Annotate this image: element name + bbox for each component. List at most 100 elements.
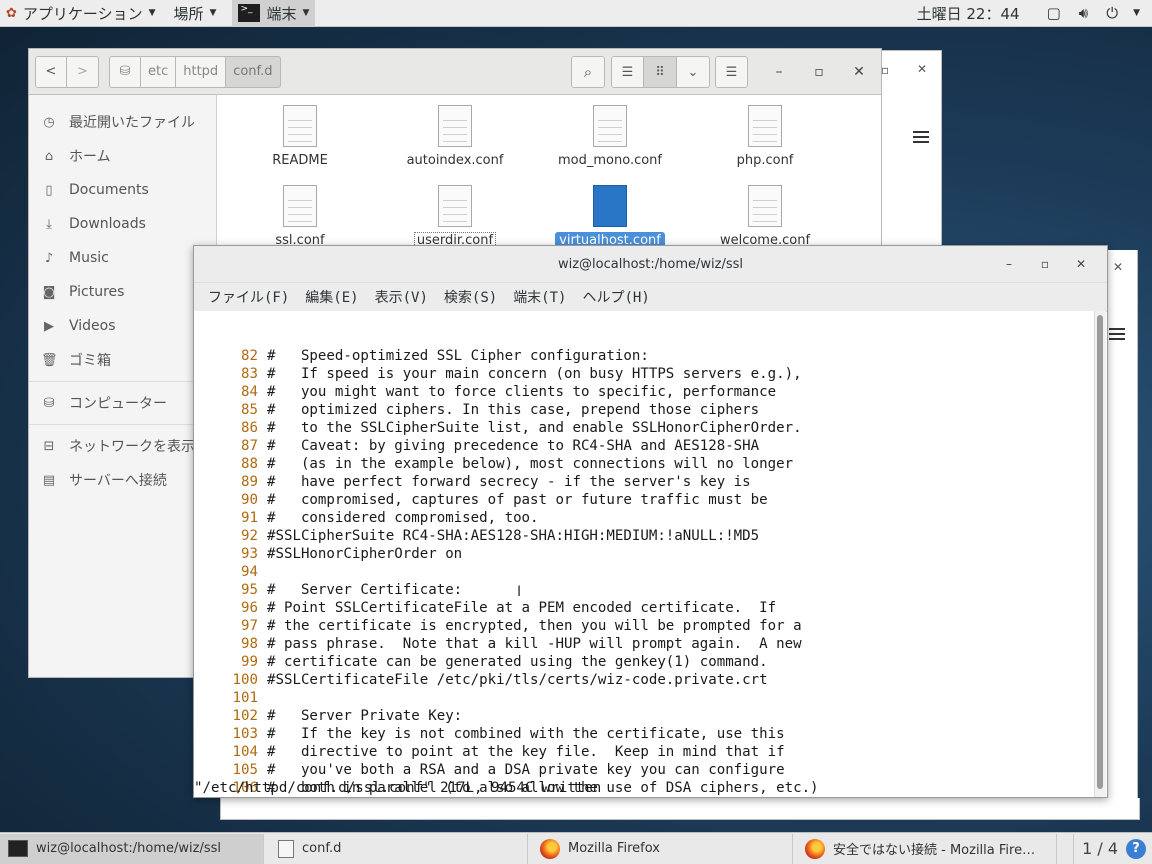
editor-line: 105 # you've both a RSA and a DSA private… bbox=[194, 761, 1097, 779]
search-button[interactable]: ⌕ bbox=[571, 56, 605, 88]
terminal-titlebar[interactable]: wiz@localhost:/home/wiz/ssl – ▫ ✕ bbox=[194, 246, 1107, 283]
breadcrumb-conf-d[interactable]: conf.d bbox=[226, 55, 281, 88]
forward-button[interactable]: > bbox=[67, 55, 99, 88]
menu-search[interactable]: 検索(S) bbox=[436, 287, 505, 307]
close-icon[interactable]: ✕ bbox=[1113, 260, 1123, 274]
menu-terminal[interactable]: 端末(T) bbox=[505, 287, 574, 307]
terminal-app-menu[interactable]: >_ 端末 ▼ bbox=[232, 0, 316, 27]
terminal-menubar: ファイル(F) 編集(E) 表示(V) 検索(S) 端末(T) ヘルプ(H) bbox=[194, 283, 1107, 312]
menu-help[interactable]: ヘルプ(H) bbox=[574, 287, 657, 307]
maximize-icon[interactable]: ▫ bbox=[881, 63, 889, 77]
task-files[interactable]: conf.d bbox=[264, 833, 528, 864]
minimize-button[interactable]: – bbox=[759, 56, 799, 88]
sidebar-separator bbox=[29, 424, 216, 425]
places-label: 場所 bbox=[173, 4, 204, 23]
line-number: 83 bbox=[241, 366, 258, 382]
file-item[interactable]: userdir.conf bbox=[380, 185, 530, 249]
sidebar-item-home[interactable]: ⌂ ホーム bbox=[29, 139, 216, 173]
applications-menu[interactable]: ✿ アプリケーション ▼ bbox=[0, 0, 162, 27]
breadcrumb-root[interactable]: ⛁ bbox=[109, 55, 141, 88]
scrollbar[interactable] bbox=[1094, 311, 1106, 797]
grid-view-button[interactable]: ⠿ bbox=[644, 56, 677, 88]
maximize-button[interactable]: ▫ bbox=[799, 56, 839, 88]
file-manager-header: < > ⛁ etc httpd conf.d ⌕ ☰ ⠿ ⌄ ☰ – ▫ ✕ bbox=[29, 49, 881, 95]
breadcrumb-httpd[interactable]: httpd bbox=[176, 55, 227, 88]
maximize-button[interactable]: ▫ bbox=[1027, 246, 1063, 282]
editor-line: 100 #SSLCertificateFile /etc/pki/tls/cert… bbox=[194, 671, 1097, 689]
sidebar-item-downloads[interactable]: ⤓ Downloads bbox=[29, 207, 216, 241]
list-view-button[interactable]: ☰ bbox=[611, 56, 644, 88]
line-text: # Server Certificate: bbox=[267, 582, 463, 598]
window-icon[interactable]: ▢ bbox=[1047, 4, 1061, 22]
disk-icon: ⛁ bbox=[43, 395, 55, 411]
sidebar: ◷ 最近開いたファイル ⌂ ホーム ▯ Documents ⤓ Downloads ♪ M… bbox=[29, 95, 217, 677]
sidebar-item-network[interactable]: ⊟ ネットワークを表示 bbox=[29, 429, 216, 463]
task-firefox-insecure[interactable]: 安全ではない接続 - Mozilla Fire… bbox=[793, 833, 1057, 864]
file-name: README bbox=[272, 153, 328, 168]
sidebar-item-pictures[interactable]: ◙ Pictures bbox=[29, 275, 216, 309]
sidebar-item-trash[interactable]: 🗑︎ ゴミ箱 bbox=[29, 343, 216, 377]
close-button[interactable]: ✕ bbox=[1063, 246, 1099, 282]
menu-icon[interactable] bbox=[913, 131, 929, 143]
places-menu[interactable]: 場所 ▼ bbox=[168, 0, 223, 27]
menu-icon[interactable] bbox=[1109, 328, 1125, 340]
menu-button[interactable]: ☰ bbox=[715, 56, 748, 88]
file-item[interactable]: autoindex.conf bbox=[380, 105, 530, 168]
chevron-down-icon: ▼ bbox=[148, 8, 156, 18]
breadcrumb-etc[interactable]: etc bbox=[141, 55, 177, 88]
line-text: #SSLCipherSuite RC4-SHA:AES128-SHA:HIGH:… bbox=[267, 528, 760, 544]
line-number: 98 bbox=[241, 636, 258, 652]
sidebar-item-computer[interactable]: ⛁ コンピューター bbox=[29, 386, 216, 420]
volume-icon[interactable]: 🔊︎ bbox=[1079, 4, 1088, 22]
close-button[interactable]: ✕ bbox=[839, 56, 879, 88]
breadcrumb: ⛁ etc httpd conf.d bbox=[109, 55, 281, 88]
sidebar-item-videos[interactable]: ▶ Videos bbox=[29, 309, 216, 343]
view-options-button[interactable]: ⌄ bbox=[677, 56, 710, 88]
minimize-button[interactable]: – bbox=[991, 246, 1027, 282]
menu-view[interactable]: 表示(V) bbox=[367, 287, 436, 307]
sidebar-item-connect-server[interactable]: ▤ サーバーへ接続 bbox=[29, 463, 216, 497]
menu-edit[interactable]: 編集(E) bbox=[297, 287, 366, 307]
terminal-output[interactable]: 82 # Speed-optimized SSL Cipher configura… bbox=[194, 311, 1097, 797]
close-icon[interactable]: ✕ bbox=[917, 62, 927, 76]
terminal-window[interactable]: wiz@localhost:/home/wiz/ssl – ▫ ✕ ファイル(F… bbox=[193, 245, 1108, 798]
sidebar-item-documents[interactable]: ▯ Documents bbox=[29, 173, 216, 207]
line-number: 89 bbox=[241, 474, 258, 490]
clock[interactable]: 土曜日 22：44 bbox=[917, 3, 1020, 24]
workspace-pager[interactable]: 1 / 4 bbox=[1073, 833, 1126, 864]
sidebar-item-label: ゴミ箱 bbox=[69, 353, 111, 369]
line-number: 104 bbox=[232, 744, 258, 760]
file-item[interactable]: ssl.conf bbox=[225, 185, 375, 248]
file-item[interactable]: welcome.conf bbox=[690, 185, 840, 248]
task-label: 安全ではない接続 - Mozilla Fire… bbox=[833, 843, 1036, 858]
line-text: # If the key is not combined with the ce… bbox=[267, 726, 785, 742]
help-icon[interactable]: ? bbox=[1126, 838, 1146, 859]
line-text: # you've both a RSA and a DSA private ke… bbox=[267, 762, 785, 778]
task-terminal[interactable]: wiz@localhost:/home/wiz/ssl bbox=[0, 833, 264, 864]
chevron-right-icon: > bbox=[77, 64, 88, 79]
file-item[interactable]: mod_mono.conf bbox=[535, 105, 685, 168]
line-number: 103 bbox=[232, 726, 258, 742]
menu-file[interactable]: ファイル(F) bbox=[200, 287, 297, 307]
editor-line: 103 # If the key is not combined with the… bbox=[194, 725, 1097, 743]
editor-line: 102 # Server Private Key: bbox=[194, 707, 1097, 725]
editor-line: 98 # pass phrase. Note that a kill -HUP w… bbox=[194, 635, 1097, 653]
chevron-down-icon[interactable]: ▼ bbox=[1133, 8, 1140, 18]
scrollbar-thumb[interactable] bbox=[1097, 315, 1103, 789]
editor-line: 94 bbox=[194, 563, 1097, 581]
terminal-icon: >_ bbox=[238, 4, 261, 22]
background-window[interactable] bbox=[220, 798, 1140, 820]
camera-icon: ◙ bbox=[42, 284, 56, 300]
home-icon: ⌂ bbox=[44, 148, 54, 164]
sidebar-item-music[interactable]: ♪ Music bbox=[29, 241, 216, 275]
power-icon[interactable]: ⏻ bbox=[1106, 4, 1118, 22]
text-cursor-icon: I bbox=[517, 584, 522, 600]
line-text: # considered compromised, too. bbox=[267, 510, 539, 526]
task-firefox[interactable]: Mozilla Firefox bbox=[528, 833, 793, 864]
file-item[interactable]: README bbox=[225, 105, 375, 168]
sidebar-item-recent[interactable]: ◷ 最近開いたファイル bbox=[29, 105, 216, 139]
file-item[interactable]: php.conf bbox=[690, 105, 840, 168]
file-item-selected[interactable]: virtualhost.conf bbox=[535, 185, 685, 249]
file-name: mod_mono.conf bbox=[558, 153, 662, 168]
back-button[interactable]: < bbox=[35, 55, 67, 88]
